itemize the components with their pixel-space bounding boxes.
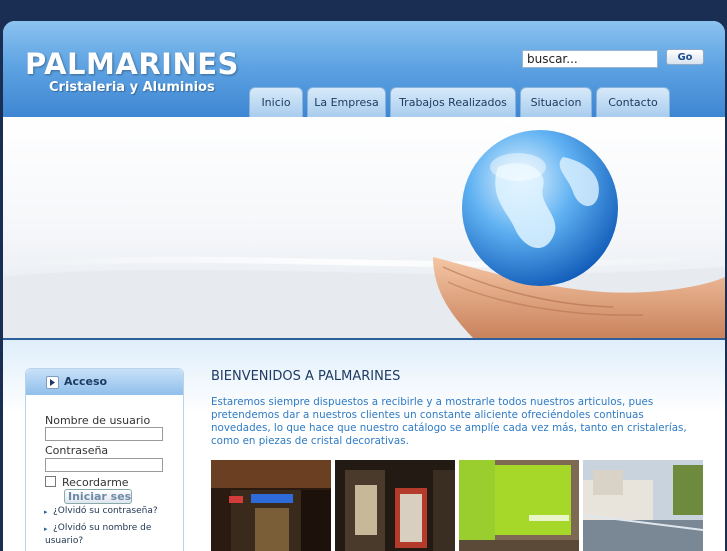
login-panel-header: Acceso <box>26 369 183 395</box>
tab-la-empresa[interactable]: La Empresa <box>307 87 386 117</box>
bullet-icon: ▸ <box>44 508 48 516</box>
username-field[interactable] <box>45 427 163 441</box>
search-input[interactable] <box>522 50 658 68</box>
search-go-button[interactable]: Go <box>666 49 704 65</box>
tab-inicio[interactable]: Inicio <box>249 87 303 117</box>
forgot-password-link[interactable]: ▸ ¿Olvidó su contraseña? <box>44 505 170 518</box>
remember-label: Recordarme <box>62 476 129 489</box>
gallery-image-mirrors[interactable] <box>335 460 455 551</box>
login-button[interactable]: Iniciar sesión <box>64 489 132 504</box>
password-label: Contraseña <box>45 444 109 457</box>
tab-trabajos-realizados[interactable]: Trabajos Realizados <box>390 87 516 117</box>
gallery-image-green-glass[interactable] <box>459 460 579 551</box>
content-area: Acceso Nombre de usuario Contraseña Reco… <box>3 340 725 551</box>
tab-situacion[interactable]: Situacion <box>520 87 592 117</box>
login-panel: Acceso Nombre de usuario Contraseña Reco… <box>25 368 184 551</box>
bullet-icon: ▸ <box>44 525 48 533</box>
arrow-right-icon <box>46 376 59 389</box>
site-header: PALMARINES Cristaleria y Aluminios Go In… <box>3 21 725 117</box>
gallery-image-storefront[interactable] <box>211 460 331 551</box>
page-frame: PALMARINES Cristaleria y Aluminios Go In… <box>3 21 725 551</box>
gallery-image-balcony[interactable] <box>583 460 703 551</box>
tab-contacto[interactable]: Contacto <box>596 87 670 117</box>
site-title: PALMARINES <box>25 47 239 81</box>
forgot-username-text[interactable]: ¿Olvidó su nombre de usuario? <box>45 523 151 546</box>
intro-text: Estaremos siempre dispuestos a recibirle… <box>211 396 687 447</box>
welcome-heading: BIENVENIDOS A PALMARINES <box>211 369 401 384</box>
login-panel-title: Acceso <box>64 375 108 388</box>
site-subtitle: Cristaleria y Aluminios <box>49 80 215 95</box>
hero-banner <box>3 117 725 340</box>
password-field[interactable] <box>45 458 163 472</box>
forgot-username-link[interactable]: ▸ ¿Olvidó su nombre de usuario? <box>44 522 163 548</box>
username-label: Nombre de usuario <box>45 414 151 427</box>
forgot-password-text[interactable]: ¿Olvidó su contraseña? <box>45 506 158 516</box>
globe-in-hands-image <box>3 130 725 338</box>
remember-checkbox[interactable] <box>45 476 56 487</box>
